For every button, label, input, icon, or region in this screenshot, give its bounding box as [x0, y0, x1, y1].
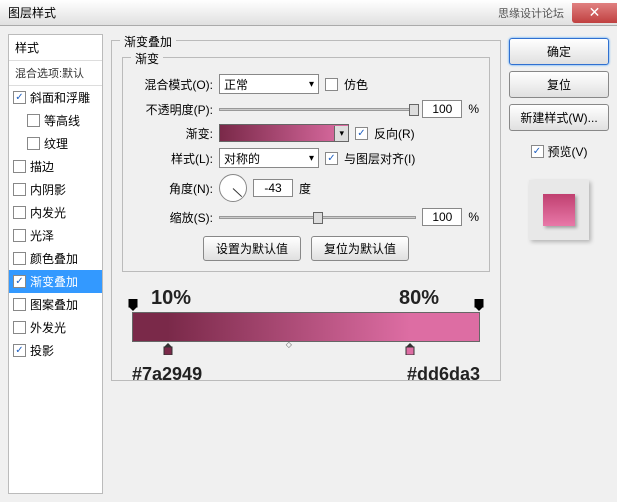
- sidebar-header: 样式: [9, 35, 102, 61]
- style-label: 内阴影: [30, 181, 66, 198]
- new-style-button[interactable]: 新建样式(W)...: [509, 104, 609, 131]
- style-item-9[interactable]: 图案叠加: [9, 293, 102, 316]
- group-title: 渐变叠加: [120, 33, 176, 50]
- style-item-3[interactable]: 描边: [9, 155, 102, 178]
- opacity-label: 不透明度(P):: [133, 101, 213, 118]
- style-label: 样式(L):: [133, 150, 213, 167]
- blend-options-header[interactable]: 混合选项:默认: [9, 61, 102, 86]
- style-checkbox[interactable]: [13, 160, 26, 173]
- ok-button[interactable]: 确定: [509, 38, 609, 65]
- gradient-bar[interactable]: 10% 80% ◇: [132, 312, 480, 342]
- preview-label: 预览(V): [548, 143, 588, 160]
- cancel-button[interactable]: 复位: [509, 71, 609, 98]
- stop-hex-1: #7a2949: [132, 364, 202, 385]
- right-panel: 确定 复位 新建样式(W)... 预览(V): [509, 34, 609, 494]
- style-label: 光泽: [30, 227, 54, 244]
- gradient-label: 渐变:: [133, 125, 213, 142]
- style-label: 纹理: [44, 135, 68, 152]
- style-label: 外发光: [30, 319, 66, 336]
- titlebar-extra-text: 思缘设计论坛: [498, 5, 564, 21]
- style-item-0[interactable]: 斜面和浮雕: [9, 86, 102, 109]
- style-label: 投影: [30, 342, 54, 359]
- window-title: 图层样式: [8, 4, 56, 21]
- preview-swatch: [529, 180, 589, 240]
- angle-dial[interactable]: [219, 174, 247, 202]
- dither-checkbox[interactable]: [325, 78, 338, 91]
- preview-thumbnail: [543, 194, 575, 226]
- style-checkbox[interactable]: [13, 229, 26, 242]
- style-checkbox[interactable]: [13, 344, 26, 357]
- align-checkbox[interactable]: [325, 152, 338, 165]
- reset-default-button[interactable]: 复位为默认值: [311, 236, 409, 261]
- style-item-2[interactable]: 纹理: [9, 132, 102, 155]
- style-item-7[interactable]: 颜色叠加: [9, 247, 102, 270]
- set-default-button[interactable]: 设置为默认值: [203, 236, 301, 261]
- reverse-label: 反向(R): [374, 125, 415, 142]
- style-item-4[interactable]: 内阴影: [9, 178, 102, 201]
- style-label: 图案叠加: [30, 296, 78, 313]
- gradient-overlay-group: 渐变叠加 渐变 混合模式(O): 正常 仿色 不透明度(P): 100 %: [111, 40, 501, 381]
- opacity-stop-left[interactable]: [128, 299, 138, 311]
- titlebar: 图层样式 思缘设计论坛 ✕: [0, 0, 617, 26]
- angle-unit: 度: [299, 180, 311, 197]
- style-checkbox[interactable]: [13, 206, 26, 219]
- angle-label: 角度(N):: [133, 180, 213, 197]
- style-label: 斜面和浮雕: [30, 89, 90, 106]
- dither-label: 仿色: [344, 76, 368, 93]
- style-item-10[interactable]: 外发光: [9, 316, 102, 339]
- inner-title: 渐变: [131, 50, 163, 67]
- stop-pct-1: 10%: [151, 287, 191, 310]
- opacity-input[interactable]: 100: [422, 100, 462, 118]
- scale-input[interactable]: 100: [422, 208, 462, 226]
- style-label: 颜色叠加: [30, 250, 78, 267]
- angle-input[interactable]: -43: [253, 179, 293, 197]
- style-checkbox[interactable]: [13, 91, 26, 104]
- styles-sidebar: 样式 混合选项:默认 斜面和浮雕等高线纹理描边内阴影内发光光泽颜色叠加渐变叠加图…: [8, 34, 103, 494]
- stop-pct-2: 80%: [399, 287, 439, 310]
- style-item-11[interactable]: 投影: [9, 339, 102, 362]
- close-button[interactable]: ✕: [572, 3, 617, 23]
- gradient-picker[interactable]: [219, 124, 349, 142]
- style-item-1[interactable]: 等高线: [9, 109, 102, 132]
- reverse-checkbox[interactable]: [355, 127, 368, 140]
- style-label: 描边: [30, 158, 54, 175]
- style-item-8[interactable]: 渐变叠加: [9, 270, 102, 293]
- opacity-unit: %: [468, 102, 479, 116]
- style-label: 等高线: [44, 112, 80, 129]
- opacity-stop-right[interactable]: [474, 299, 484, 311]
- align-label: 与图层对齐(I): [344, 150, 415, 167]
- style-label: 内发光: [30, 204, 66, 221]
- style-checkbox[interactable]: [13, 321, 26, 334]
- gradient-editor: 10% 80% ◇ #7a2949 #dd6da3: [132, 312, 480, 362]
- style-item-6[interactable]: 光泽: [9, 224, 102, 247]
- style-select[interactable]: 对称的: [219, 148, 319, 168]
- style-checkbox[interactable]: [13, 252, 26, 265]
- opacity-slider[interactable]: [219, 108, 416, 111]
- center-panel: 渐变叠加 渐变 混合模式(O): 正常 仿色 不透明度(P): 100 %: [111, 34, 501, 494]
- preview-checkbox[interactable]: [531, 145, 544, 158]
- blend-mode-select[interactable]: 正常: [219, 74, 319, 94]
- style-item-5[interactable]: 内发光: [9, 201, 102, 224]
- scale-label: 缩放(S):: [133, 209, 213, 226]
- style-checkbox[interactable]: [13, 298, 26, 311]
- layer-style-dialog: 图层样式 思缘设计论坛 ✕ 样式 混合选项:默认 斜面和浮雕等高线纹理描边内阴影…: [0, 0, 617, 502]
- style-checkbox[interactable]: [27, 137, 40, 150]
- style-checkbox[interactable]: [27, 114, 40, 127]
- style-list: 斜面和浮雕等高线纹理描边内阴影内发光光泽颜色叠加渐变叠加图案叠加外发光投影: [9, 86, 102, 362]
- stop-hex-2: #dd6da3: [407, 364, 480, 385]
- style-label: 渐变叠加: [30, 273, 78, 290]
- blend-mode-label: 混合模式(O):: [133, 76, 213, 93]
- style-checkbox[interactable]: [13, 183, 26, 196]
- scale-unit: %: [468, 210, 479, 224]
- scale-slider[interactable]: [219, 216, 416, 219]
- gradient-inner-group: 渐变 混合模式(O): 正常 仿色 不透明度(P): 100 %: [122, 57, 490, 272]
- style-checkbox[interactable]: [13, 275, 26, 288]
